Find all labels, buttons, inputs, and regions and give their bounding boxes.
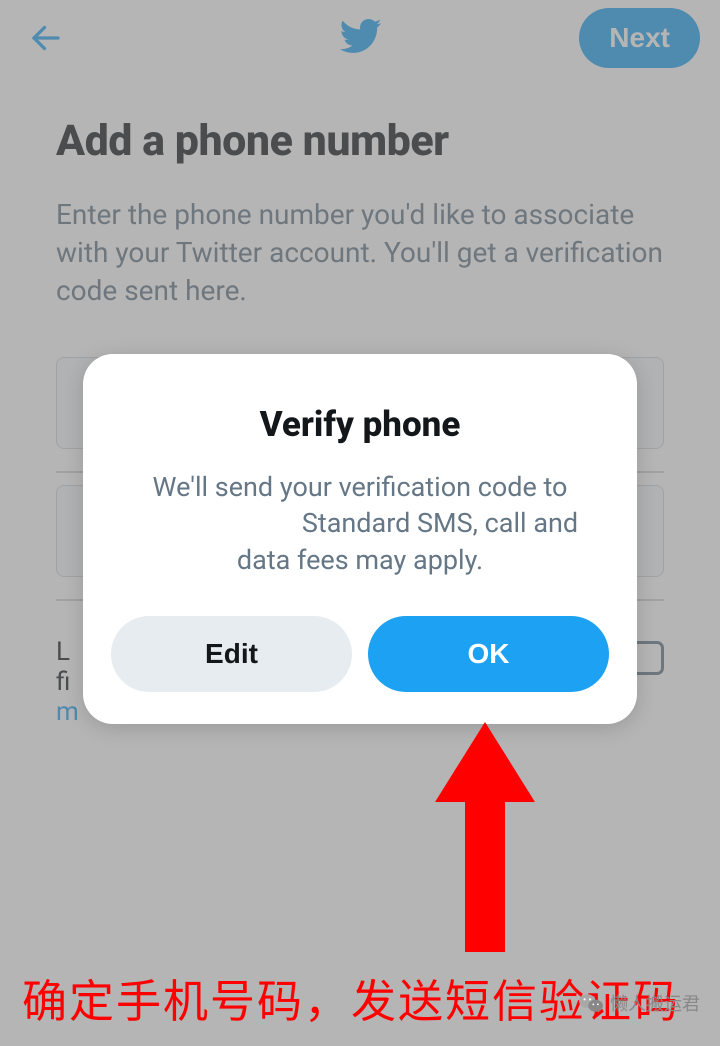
verify-phone-modal: Verify phone We'll send your verificatio… xyxy=(83,354,637,724)
edit-button[interactable]: Edit xyxy=(111,616,352,692)
modal-title: Verify phone xyxy=(111,404,609,445)
ok-button[interactable]: OK xyxy=(368,616,609,692)
wechat-icon xyxy=(578,992,604,1014)
watermark-text: 懒人搬运君 xyxy=(610,990,700,1016)
modal-body: We'll send your verification code to Sta… xyxy=(111,469,609,578)
red-arrow-annotation xyxy=(430,722,540,956)
watermark: 懒人搬运君 xyxy=(578,990,700,1016)
